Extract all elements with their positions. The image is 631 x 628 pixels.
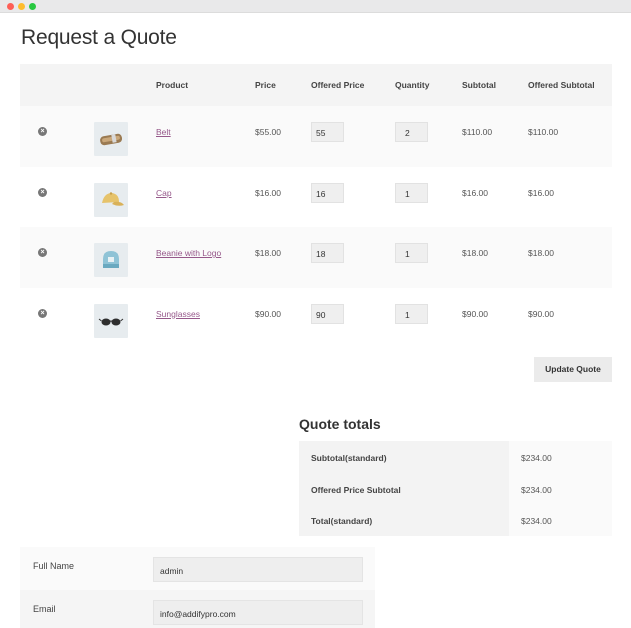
offered-subtotal-cell: $110.00: [528, 127, 559, 137]
offered-price-input[interactable]: 18: [311, 243, 344, 263]
quantity-input[interactable]: 2: [395, 122, 428, 142]
header-offered-price: Offered Price: [311, 80, 365, 90]
form-row-email: Email info@addifypro.com: [20, 590, 375, 628]
totals-row: Offered Price Subtotal $234.00: [299, 472, 612, 505]
quote-totals-title: Quote totals: [299, 416, 381, 432]
quantity-input[interactable]: 1: [395, 182, 428, 203]
quantity-input[interactable]: 1: [395, 243, 428, 263]
full-name-field[interactable]: admin: [153, 557, 363, 582]
price-cell: $90.00: [255, 308, 281, 319]
totals-value: $234.00: [509, 504, 612, 537]
offered-price-input[interactable]: 16: [311, 182, 344, 203]
update-quote-button[interactable]: Update Quote: [534, 357, 612, 382]
quote-form: Full Name admin Email info@addifypro.com: [20, 547, 375, 628]
subtotal-cell: $90.00: [462, 308, 488, 319]
subtotal-cell: $16.00: [462, 187, 488, 198]
belt-icon[interactable]: [94, 122, 128, 156]
subtotal-cell: $110.00: [462, 127, 493, 137]
minimize-window-button[interactable]: [18, 3, 25, 10]
offered-price-input[interactable]: 90: [311, 303, 344, 324]
totals-label: Total(standard): [299, 504, 509, 537]
product-link[interactable]: Beanie with Logo: [156, 248, 221, 258]
totals-value: $234.00: [509, 472, 612, 505]
close-window-button[interactable]: [7, 3, 14, 10]
sunglasses-icon[interactable]: [94, 303, 128, 338]
email-label: Email: [33, 604, 56, 614]
table-row: × Cap $16.00 16 1 $16.00 $16.00: [20, 166, 612, 227]
window-titlebar: [0, 0, 631, 13]
offered-subtotal-cell: $18.00: [528, 248, 554, 258]
close-circle-icon[interactable]: ×: [38, 127, 47, 136]
header-offered-subtotal: Offered Subtotal: [528, 80, 595, 90]
maximize-window-button[interactable]: [29, 3, 36, 10]
table-row: × Beanie with Logo $18.00 18 1 $18.00 $1…: [20, 227, 612, 288]
form-row-full-name: Full Name admin: [20, 547, 375, 590]
beanie-icon[interactable]: [94, 243, 128, 277]
totals-label: Offered Price Subtotal: [299, 472, 509, 505]
totals-value: $234.00: [509, 441, 612, 473]
quantity-input[interactable]: 1: [395, 303, 428, 324]
header-quantity: Quantity: [395, 80, 430, 90]
close-circle-icon[interactable]: ×: [38, 308, 47, 318]
offered-price-input[interactable]: 55: [311, 122, 344, 142]
price-cell: $16.00: [255, 187, 281, 198]
quote-totals-table: Subtotal(standard) $234.00 Offered Price…: [299, 441, 612, 537]
subtotal-cell: $18.00: [462, 248, 488, 258]
header-price: Price: [255, 80, 276, 90]
price-cell: $18.00: [255, 248, 281, 258]
product-link[interactable]: Sunglasses: [156, 309, 200, 319]
cap-icon[interactable]: [94, 182, 128, 217]
totals-label: Subtotal(standard): [299, 441, 509, 473]
table-row: × Sunglasses $90.00 90 1 $90.00 $90.00: [20, 287, 612, 348]
totals-row: Total(standard) $234.00: [299, 504, 612, 537]
table-row: × Belt $55.00 55 2 $110.00 $110.00: [20, 106, 612, 167]
offered-subtotal-cell: $90.00: [528, 308, 554, 319]
close-circle-icon[interactable]: ×: [38, 187, 47, 197]
close-circle-icon[interactable]: ×: [38, 248, 47, 257]
table-header: Product Price Offered Price Quantity Sub…: [20, 64, 612, 106]
quote-table: Product Price Offered Price Quantity Sub…: [20, 64, 612, 348]
product-link[interactable]: Cap: [156, 188, 172, 198]
totals-row: Subtotal(standard) $234.00: [299, 441, 612, 473]
email-field[interactable]: info@addifypro.com: [153, 600, 363, 625]
product-link[interactable]: Belt: [156, 127, 171, 137]
full-name-label: Full Name: [33, 561, 75, 571]
offered-subtotal-cell: $16.00: [528, 187, 554, 198]
header-product: Product: [156, 80, 189, 90]
page-title: Request a Quote: [21, 26, 177, 49]
header-subtotal: Subtotal: [462, 80, 496, 90]
price-cell: $55.00: [255, 127, 281, 137]
